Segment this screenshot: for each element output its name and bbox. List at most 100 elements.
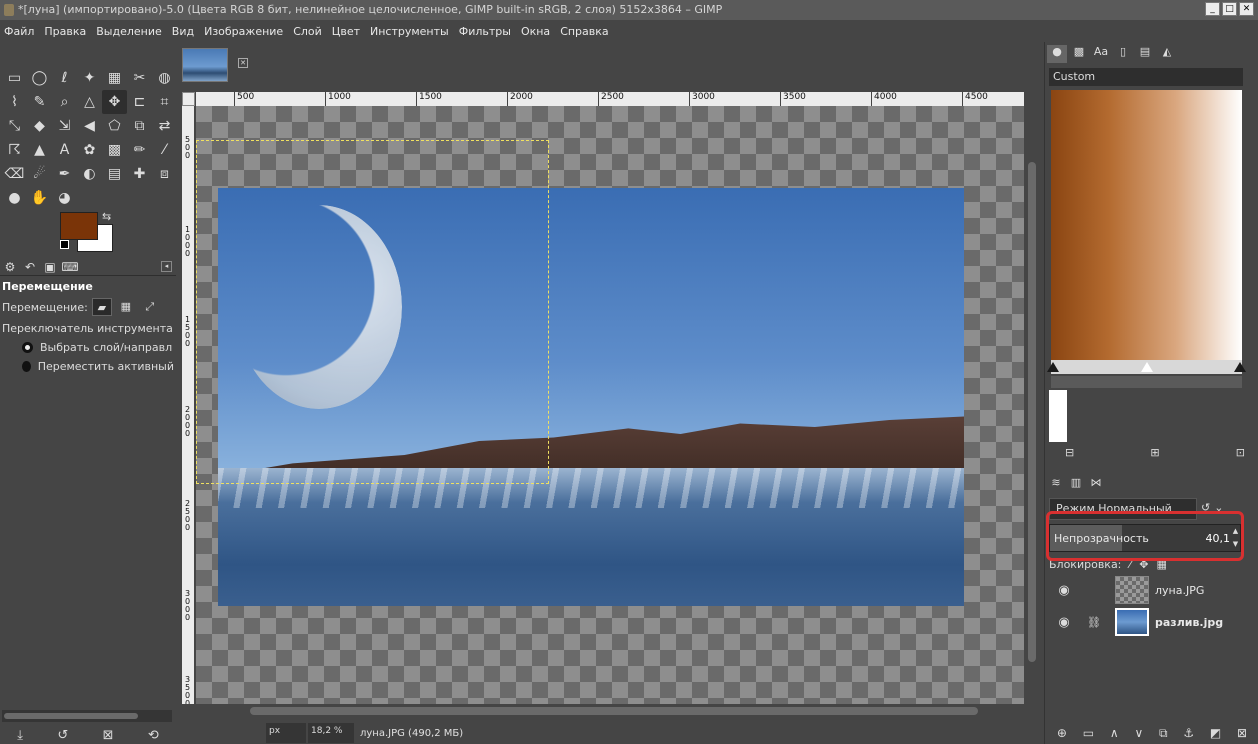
menu-view[interactable]: Вид <box>172 25 194 38</box>
paths-tab-icon[interactable]: ⋈ <box>1087 476 1105 489</box>
zoom-in-icon[interactable]: ⊞ <box>1150 446 1159 459</box>
blur-icon[interactable]: ● <box>2 186 27 210</box>
radio-move-active[interactable]: Переместить активный <box>0 357 176 376</box>
anchor-layer-icon[interactable]: ⚓ <box>1183 726 1194 741</box>
text-icon[interactable]: A <box>52 138 77 162</box>
menu-edit[interactable]: Правка <box>44 25 86 38</box>
menu-layer[interactable]: Слой <box>293 25 322 38</box>
dock-menu-icon[interactable]: ◂ <box>161 261 172 272</box>
reset-options-icon[interactable]: ⟲ <box>148 728 159 743</box>
tool-options-tab-icon[interactable]: ⚙ <box>0 260 20 274</box>
foreground-color-swatch[interactable] <box>60 212 98 240</box>
zoom-selector[interactable]: 18,2 % <box>308 723 354 743</box>
menu-filters[interactable]: Фильтры <box>459 25 511 38</box>
layers-tab-icon[interactable]: ≋ <box>1047 476 1065 489</box>
close-button[interactable]: ✕ <box>1239 2 1254 16</box>
warp-icon[interactable]: ⇄ <box>152 114 177 138</box>
gradient-preview[interactable] <box>1051 90 1242 360</box>
menu-select[interactable]: Выделение <box>96 25 162 38</box>
color-select-icon[interactable]: ▦ <box>102 66 127 90</box>
zoom-out-icon[interactable]: ⊟ <box>1065 446 1074 459</box>
chain-link-icon[interactable]: ⛓ <box>1079 616 1109 629</box>
blend-icon[interactable]: ▩ <box>102 138 127 162</box>
smudge-icon[interactable]: ✋ <box>27 186 52 210</box>
reset-colors-icon[interactable] <box>60 240 69 249</box>
undo-history-tab-icon[interactable]: ↶ <box>20 260 40 274</box>
foreground-select-icon[interactable]: ◍ <box>152 66 177 90</box>
move-tool-icon[interactable]: ✥ <box>102 90 127 114</box>
bucket-fill-icon[interactable]: ▲ <box>27 138 52 162</box>
fonts-tab-icon[interactable]: Aa <box>1091 45 1111 63</box>
clone-icon[interactable]: ▤ <box>102 162 127 186</box>
restore-options-icon[interactable]: ↺ <box>57 728 68 743</box>
crop-icon[interactable]: ⌗ <box>152 90 177 114</box>
new-group-icon[interactable]: ▭ <box>1083 726 1094 741</box>
devices-tab-icon[interactable]: ⌨ <box>60 260 80 274</box>
menu-tools[interactable]: Инструменты <box>370 25 449 38</box>
gradient-range-bar[interactable] <box>1051 376 1242 388</box>
unit-selector[interactable]: px <box>266 723 306 743</box>
flip-icon[interactable]: ◀ <box>77 114 102 138</box>
close-image-tab-icon[interactable]: ✕ <box>238 58 248 68</box>
brushes-tab-icon[interactable]: ● <box>1047 45 1067 63</box>
patterns-tab-icon[interactable]: ▩ <box>1069 45 1089 63</box>
minimize-button[interactable]: _ <box>1205 2 1220 16</box>
eraser-icon[interactable]: ⌫ <box>2 162 27 186</box>
maximize-button[interactable]: □ <box>1222 2 1237 16</box>
layer-row[interactable]: ◉ луна.JPG <box>1049 574 1255 606</box>
brush-icon[interactable]: ⁄ <box>152 138 177 162</box>
duplicate-layer-icon[interactable]: ⧉ <box>1159 726 1168 741</box>
heal-icon[interactable]: ✚ <box>127 162 152 186</box>
gradient-stop-right[interactable] <box>1234 362 1246 372</box>
color-picker-icon[interactable]: ✎ <box>27 90 52 114</box>
swap-colors-icon[interactable]: ⇆ <box>102 210 111 223</box>
images-tab-icon[interactable]: ▣ <box>40 260 60 274</box>
ink-icon[interactable]: ✒ <box>52 162 77 186</box>
zoom-all-icon[interactable]: ⊡ <box>1236 446 1245 459</box>
paths-icon[interactable]: ⌇ <box>2 90 27 114</box>
airbrush-icon[interactable]: ☄ <box>27 162 52 186</box>
mask-icon[interactable]: ◩ <box>1210 726 1221 741</box>
quick-mask-toggle[interactable] <box>182 92 195 106</box>
paint-icon[interactable]: ✿ <box>77 138 102 162</box>
menu-image[interactable]: Изображение <box>204 25 283 38</box>
lasso-icon[interactable]: ℓ <box>52 66 77 90</box>
menu-file[interactable]: Файл <box>4 25 34 38</box>
image-canvas[interactable] <box>196 106 1024 704</box>
fuzzy-select-icon[interactable]: ✦ <box>77 66 102 90</box>
measure-icon[interactable]: △ <box>77 90 102 114</box>
visibility-eye-icon[interactable]: ◉ <box>1049 615 1079 630</box>
image-tab-thumbnail[interactable] <box>182 48 228 82</box>
perspective-clone-icon[interactable]: ⧈ <box>152 162 177 186</box>
shear-icon[interactable]: ◆ <box>27 114 52 138</box>
raise-layer-icon[interactable]: ∧ <box>1110 726 1119 741</box>
radio-pick-layer[interactable]: Выбрать слой/направл <box>0 338 176 357</box>
lower-layer-icon[interactable]: ∨ <box>1134 726 1143 741</box>
horizontal-scrollbar[interactable] <box>196 704 1024 720</box>
gradients-tab-icon[interactable]: ▤ <box>1135 45 1155 63</box>
vertical-scrollbar[interactable] <box>1024 106 1040 704</box>
delete-options-icon[interactable]: ⊠ <box>103 728 114 743</box>
ellipse-select-icon[interactable]: ◯ <box>27 66 52 90</box>
cage-icon[interactable]: ⬠ <box>102 114 127 138</box>
dodge-icon[interactable]: ◕ <box>52 186 77 210</box>
menu-help[interactable]: Справка <box>560 25 608 38</box>
gradient-slider[interactable] <box>1047 360 1246 374</box>
gradient-stop-left[interactable] <box>1047 362 1059 372</box>
move-path-icon[interactable]: ⤢ <box>140 298 160 316</box>
delete-layer-icon[interactable]: ⊠ <box>1237 726 1247 741</box>
visibility-eye-icon[interactable]: ◉ <box>1049 583 1079 598</box>
toolbox-scrollbar[interactable] <box>2 710 172 722</box>
move-layer-icon[interactable]: ▰ <box>91 298 112 316</box>
menu-color[interactable]: Цвет <box>332 25 360 38</box>
scissors-icon[interactable]: ✂ <box>127 66 152 90</box>
menu-windows[interactable]: Окна <box>521 25 550 38</box>
radio-off-icon[interactable] <box>22 361 31 372</box>
document-tab-icon[interactable]: ▯ <box>1113 45 1133 63</box>
rect-select-icon[interactable]: ▭ <box>2 66 27 90</box>
align-icon[interactable]: ⊏ <box>127 90 152 114</box>
histogram-tab-icon[interactable]: ◭ <box>1157 45 1177 63</box>
mypaint-icon[interactable]: ◐ <box>77 162 102 186</box>
unified-transform-icon[interactable]: ⧉ <box>127 114 152 138</box>
gradient-midpoint[interactable] <box>1141 362 1153 372</box>
